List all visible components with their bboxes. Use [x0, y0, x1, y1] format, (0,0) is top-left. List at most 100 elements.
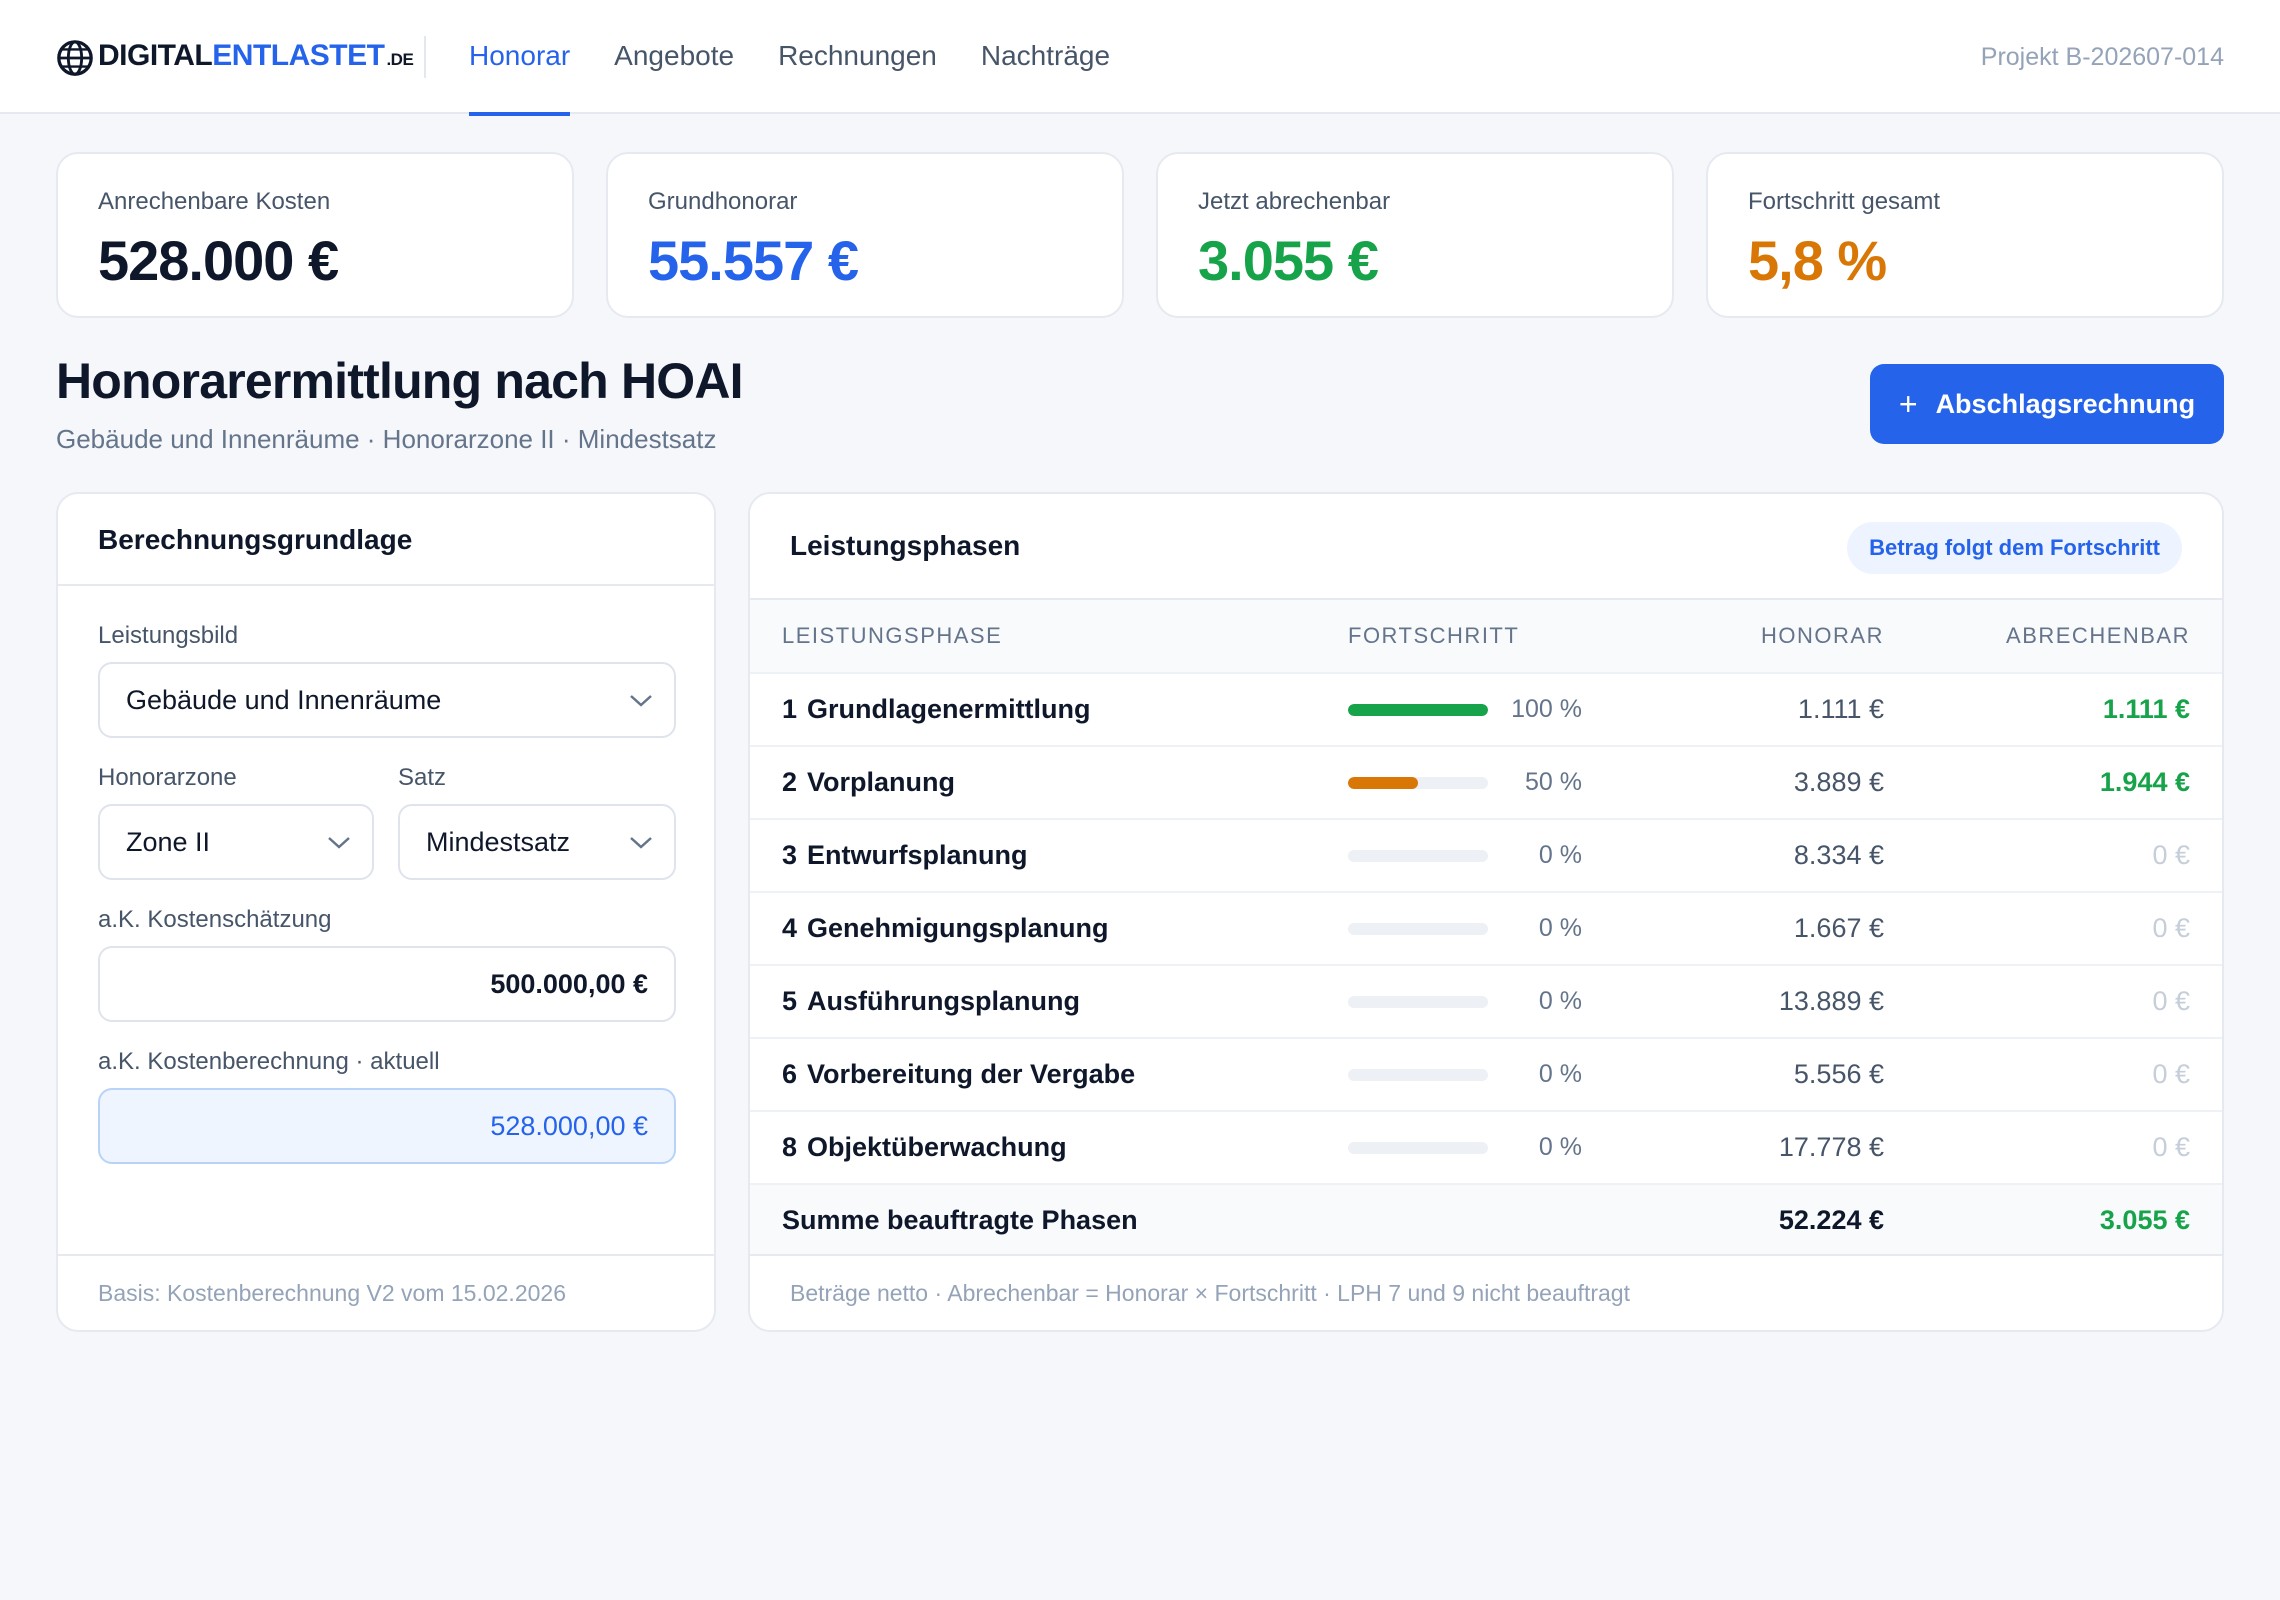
phase-name: 8 Objektüberwachung [782, 1132, 1067, 1162]
progress-bar [1348, 704, 1488, 716]
table-row[interactable]: 8 Objektüberwachung 0 % 17.778 € 0 € [750, 1110, 2222, 1183]
leistungsbild-value: Gebäude und Innenräume [126, 685, 442, 715]
kostenschaetzung-label: a.K. Kostenschätzung [98, 906, 332, 933]
plus-icon: + [1898, 385, 1918, 422]
kpi-value: 5,8 % [1748, 229, 1887, 292]
sum-honorar: 52.224 € [1778, 1205, 1884, 1235]
table-row[interactable]: 2 Vorplanung 50 % 3.889 € 1.944 € [750, 745, 2222, 818]
honorar-value: 8.334 € [1793, 840, 1884, 870]
kostenberechnung-label: a.K. Kostenberechnung · aktuell [98, 1048, 440, 1075]
abrechenbar-value: 0 € [2152, 913, 2190, 943]
satz-value: Mindestsatz [426, 827, 571, 857]
add-abschlagsrechnung-button[interactable]: + Abschlagsrechnung [1870, 364, 2224, 444]
project-id: Projekt B-202607-014 [1980, 43, 2224, 71]
tab-nachtraege[interactable]: Nachträge [981, 0, 1110, 114]
basis-footer-note: Basis: Kostenberechnung V2 vom 15.02.202… [98, 1280, 566, 1306]
honorar-value: 1.111 € [1797, 694, 1884, 724]
sum-row: Summe beauftragte Phasen 52.224 € 3.055 € [750, 1183, 2222, 1254]
progress-bar-fill [1348, 704, 1488, 716]
honorar-value: 13.889 € [1778, 986, 1884, 1016]
column-header-leistungsphase: LEISTUNGSPHASE [782, 623, 1003, 648]
progress-bar [1348, 850, 1488, 862]
progress-percent: 0 % [1538, 1060, 1582, 1088]
table-row[interactable]: 3 Entwurfsplanung 0 % 8.334 € 0 € [750, 818, 2222, 891]
phase-name: 2 Vorplanung [782, 767, 956, 797]
sum-label: Summe beauftragte Phasen [782, 1205, 1138, 1235]
tab-honorar[interactable]: Honorar [469, 0, 571, 116]
honorar-value: 1.667 € [1793, 913, 1884, 943]
column-header-abrechenbar: ABRECHENBAR [2006, 623, 2190, 648]
progress-bar-fill [1348, 777, 1418, 789]
table-row[interactable]: 1 Grundlagenermittlung 100 % 1.111 € 1.111 € [750, 672, 2222, 745]
divider [750, 1254, 2222, 1256]
kpi-label: Jetzt abrechenbar [1198, 188, 1391, 215]
abrechenbar-value: 0 € [2152, 840, 2190, 870]
kpi-label: Fortschritt gesamt [1748, 188, 1941, 215]
progress-percent: 0 % [1538, 841, 1582, 869]
leistungsbild-select[interactable]: Gebäude und Innenräume [98, 662, 676, 738]
phase-name: 1 Grundlagenermittlung [782, 694, 1091, 724]
abrechenbar-value: 0 € [2152, 1059, 2190, 1089]
tab-angebote[interactable]: Angebote [614, 0, 734, 114]
logo-wordmark: DIGITALENTLASTET .DE [98, 39, 414, 72]
abrechenbar-value: 0 € [2152, 986, 2190, 1016]
top-navigation-bar: DIGITALENTLASTET .DE Honorar Angebote Rec… [0, 0, 2280, 116]
satz-label: Satz [398, 764, 447, 791]
progress-percent: 50 % [1525, 768, 1582, 796]
kostenschaetzung-input[interactable]: 500.000,00 € [98, 946, 676, 1022]
abrechenbar-value: 1.944 € [2099, 767, 2190, 797]
abrechenbar-value: 0 € [2152, 1132, 2190, 1162]
leistungsbild-label: Leistungsbild [98, 622, 239, 649]
kpi-card-fortschritt-gesamt: Fortschritt gesamt 5,8 % [1706, 152, 2224, 318]
progress-bar [1348, 996, 1488, 1008]
phase-name: 6 Vorbereitung der Vergabe [782, 1059, 1136, 1089]
button-label: Abschlagsrechnung [1935, 388, 2196, 419]
progress-bar [1348, 1069, 1488, 1081]
panel-title: Leistungsphasen [790, 530, 1021, 561]
info-badge: Betrag folgt dem Fortschritt [1847, 522, 2182, 574]
chevron-down-icon [630, 695, 652, 707]
page-subtitle: Gebäude und Innenräume · Honorarzone II … [56, 424, 717, 454]
sum-abrechenbar: 3.055 € [2099, 1205, 2190, 1235]
phase-name: 4 Genehmigungsplanung [782, 913, 1109, 943]
progress-bar [1348, 777, 1488, 789]
divider [58, 1254, 714, 1256]
honorar-value: 17.778 € [1778, 1132, 1884, 1162]
progress-bar [1348, 1142, 1488, 1154]
kpi-value: 528.000 € [98, 229, 339, 292]
table-row[interactable]: 6 Vorbereitung der Vergabe 0 % 5.556 € 0 € [750, 1037, 2222, 1110]
honorarzone-value: Zone II [126, 827, 211, 857]
tab-rechnungen[interactable]: Rechnungen [778, 0, 937, 114]
leistungsphasen-panel: Leistungsphasen Betrag folgt dem Fortsch… [748, 492, 2224, 1332]
chevron-down-icon [328, 837, 350, 849]
kostenberechnung-input[interactable]: 528.000,00 € [98, 1088, 676, 1164]
chevron-down-icon [630, 837, 652, 849]
progress-percent: 0 % [1538, 1133, 1582, 1161]
honorar-value: 3.889 € [1793, 767, 1884, 797]
panel-title: Berechnungsgrundlage [98, 524, 413, 555]
header-divider [424, 36, 426, 78]
honorar-value: 5.556 € [1793, 1059, 1884, 1089]
divider [58, 584, 714, 586]
table-footer-note: Beträge netto · Abrechenbar = Honorar × … [790, 1280, 1630, 1306]
main-tabs: Honorar Angebote Rechnungen Nachträge [469, 0, 1154, 116]
progress-percent: 0 % [1538, 914, 1582, 942]
honorarzone-label: Honorarzone [98, 764, 237, 791]
honorarzone-select[interactable]: Zone II [98, 804, 374, 880]
kpi-label: Grundhonorar [648, 188, 798, 215]
table-header: LEISTUNGSPHASE FORTSCHRITT HONORAR ABREC… [750, 600, 2222, 672]
column-header-fortschritt: FORTSCHRITT [1348, 623, 1520, 648]
abrechenbar-value: 1.111 € [2102, 694, 2190, 724]
satz-select[interactable]: Mindestsatz [398, 804, 676, 880]
page-title: Honorarermittlung nach HOAI [56, 353, 744, 409]
column-header-honorar: HONORAR [1761, 623, 1884, 648]
kpi-value: 55.557 € [648, 229, 859, 292]
brand-logo[interactable]: DIGITALENTLASTET .DE [56, 38, 414, 78]
progress-bar [1348, 923, 1488, 935]
berechnungsgrundlage-panel: Berechnungsgrundlage Leistungsbild Gebäu… [56, 492, 716, 1332]
table-row[interactable]: 4 Genehmigungsplanung 0 % 1.667 € 0 € [750, 891, 2222, 964]
table-row[interactable]: 5 Ausführungsplanung 0 % 13.889 € 0 € [750, 964, 2222, 1037]
globe-icon [57, 40, 93, 76]
kpi-card-grundhonorar: Grundhonorar 55.557 € [606, 152, 1124, 318]
progress-percent: 0 % [1538, 987, 1582, 1015]
